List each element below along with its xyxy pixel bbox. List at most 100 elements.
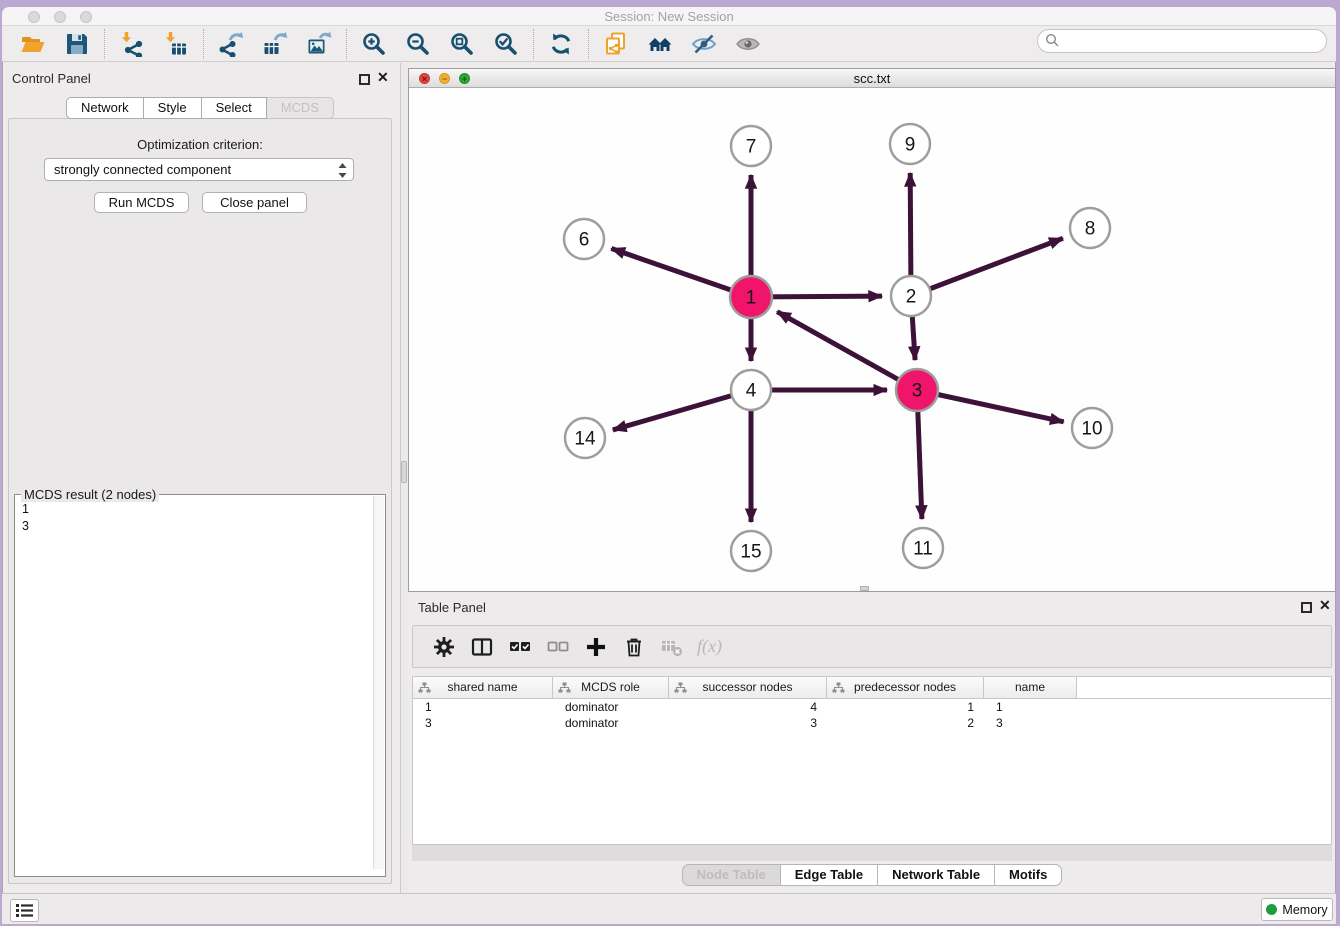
network-canvas-svg[interactable]: 7968124314101511 (409, 89, 1335, 592)
tab-style[interactable]: Style (144, 97, 202, 119)
optimization-criterion-label: Optimization criterion: (0, 137, 400, 152)
deselect-all-icon (547, 636, 569, 658)
open-file-button[interactable] (20, 31, 46, 57)
copy-view-button[interactable] (603, 31, 629, 57)
table-panel-float-button[interactable] (1301, 602, 1312, 613)
zoom-fit-icon (449, 31, 475, 57)
graph-edge-2-8[interactable] (911, 238, 1063, 296)
select-all-button[interactable] (508, 635, 532, 659)
graph-node-label: 11 (913, 539, 933, 560)
zoom-in-button[interactable] (361, 31, 387, 57)
refresh-button[interactable] (548, 31, 574, 57)
canvas-splitter-handle[interactable] (860, 586, 869, 591)
import-network-button[interactable] (119, 31, 145, 57)
graph-edge-4-14[interactable] (613, 390, 751, 430)
function-builder-button[interactable]: f(x) (697, 636, 722, 657)
tab-network-table[interactable]: Network Table (878, 864, 995, 886)
criterion-value: strongly connected component (54, 162, 231, 177)
mcds-result-line: 1 (22, 501, 385, 518)
run-mcds-button[interactable]: Run MCDS (94, 192, 189, 213)
table-cell: 1 (827, 699, 984, 715)
table-cell: 4 (669, 699, 827, 715)
result-scrollbar[interactable] (373, 496, 384, 869)
table-row[interactable]: 3dominator323 (413, 715, 1331, 731)
toolbar-separator (104, 29, 105, 59)
zoom-out-button[interactable] (405, 31, 431, 57)
graph-node-label: 2 (906, 287, 917, 308)
delete-table-icon (661, 636, 683, 658)
splitter-handle[interactable] (401, 461, 407, 483)
table-horizontal-scrollbar[interactable] (412, 845, 1332, 861)
export-image-button[interactable] (306, 31, 332, 57)
task-history-button[interactable] (10, 899, 39, 922)
export-table-icon (262, 31, 288, 57)
tab-node-table[interactable]: Node Table (682, 864, 781, 886)
graph-node-label: 3 (912, 381, 923, 402)
search-icon (1045, 33, 1060, 48)
import-table-button[interactable] (163, 31, 189, 57)
mcds-result-group: MCDS result (2 nodes) 13 (14, 494, 386, 877)
control-panel-tabs: NetworkStyleSelectMCDS (0, 97, 400, 119)
node-table-body: 1dominator4113dominator323 (413, 699, 1331, 731)
memory-status-dot (1266, 904, 1277, 915)
column-header-label: MCDS role (581, 680, 640, 694)
hierarchy-icon (418, 682, 431, 694)
first-neighbors-icon (647, 31, 673, 57)
hide-selected-button[interactable] (691, 31, 717, 57)
desktop: Session: New Session (0, 0, 1340, 926)
column-header-successor-nodes[interactable]: successor nodes (669, 677, 827, 698)
tab-network[interactable]: Network (66, 97, 144, 119)
column-header-shared-name[interactable]: shared name (413, 677, 553, 698)
hierarchy-icon (674, 682, 687, 694)
control-panel-float-button[interactable] (359, 74, 370, 85)
table-panel-title: Table Panel (418, 600, 486, 615)
column-header-label: successor nodes (702, 680, 792, 694)
table-cell: 3 (669, 715, 827, 731)
graph-node-label: 4 (746, 381, 757, 402)
table-cell: 3 (984, 715, 1077, 731)
column-header-MCDS-role[interactable]: MCDS role (553, 677, 669, 698)
delete-table-button[interactable] (660, 635, 684, 659)
zoom-selected-button[interactable] (493, 31, 519, 57)
control-panel-close-icon[interactable]: ✕ (377, 69, 389, 86)
save-icon (64, 31, 90, 57)
toolbar-separator (533, 29, 534, 59)
delete-row-button[interactable] (622, 635, 646, 659)
first-neighbors-button[interactable] (647, 31, 673, 57)
criterion-dropdown[interactable]: strongly connected component (44, 158, 354, 181)
tab-mcds[interactable]: MCDS (267, 97, 334, 119)
search-field (1037, 29, 1327, 53)
tab-select[interactable]: Select (202, 97, 267, 119)
status-bar (2, 893, 1336, 924)
memory-button[interactable]: Memory (1261, 898, 1333, 921)
search-input[interactable] (1037, 29, 1327, 53)
tab-edge-table[interactable]: Edge Table (781, 864, 878, 886)
table-row[interactable]: 1dominator411 (413, 699, 1331, 715)
zoom-in-icon (361, 31, 387, 57)
add-row-button[interactable] (584, 635, 608, 659)
table-panel-close-icon[interactable]: ✕ (1319, 597, 1331, 614)
column-header-name[interactable]: name (984, 677, 1077, 698)
table-cell: 3 (413, 715, 553, 731)
toolbar-separator (203, 29, 204, 59)
open-file-icon (20, 31, 46, 57)
export-table-button[interactable] (262, 31, 288, 57)
tab-motifs[interactable]: Motifs (995, 864, 1062, 886)
save-session-button[interactable] (64, 31, 90, 57)
manage-columns-button[interactable] (470, 635, 494, 659)
zoom-selected-icon (493, 31, 519, 57)
close-panel-button[interactable]: Close panel (202, 192, 307, 213)
graph-edge-3-10[interactable] (917, 390, 1064, 422)
select-all-icon (509, 636, 531, 658)
node-table-header: shared name MCDS role successor nodes prede… (413, 677, 1331, 699)
zoom-fit-button[interactable] (449, 31, 475, 57)
deselect-all-button[interactable] (546, 635, 570, 659)
show-all-button[interactable] (735, 31, 761, 57)
table-cell: 1 (413, 699, 553, 715)
graph-node-label: 7 (746, 137, 757, 158)
column-settings-button[interactable] (432, 635, 456, 659)
column-header-predecessor-nodes[interactable]: predecessor nodes (827, 677, 984, 698)
export-network-button[interactable] (218, 31, 244, 57)
graph-edge-3-1[interactable] (777, 312, 917, 390)
plus-icon (585, 636, 607, 658)
